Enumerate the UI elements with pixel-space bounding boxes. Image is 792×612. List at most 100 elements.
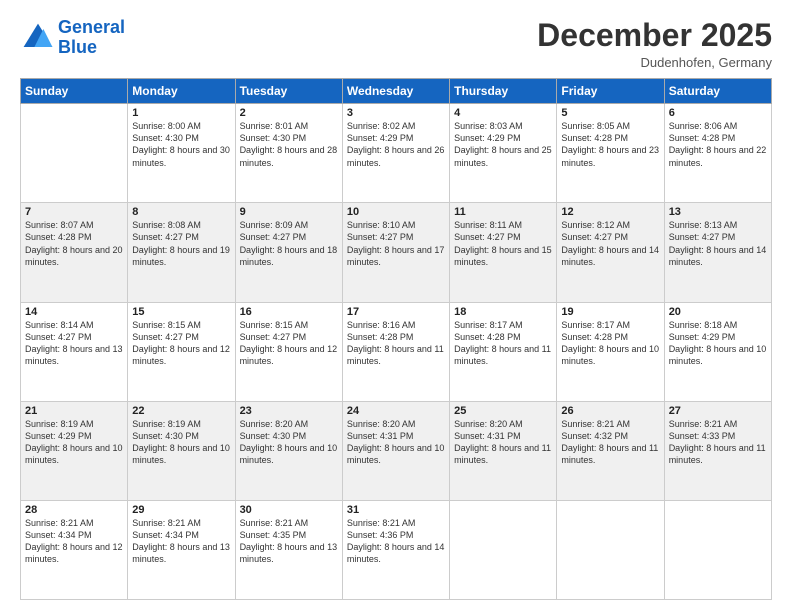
sunset: Sunset: 4:27 PM xyxy=(240,332,307,342)
sunrise: Sunrise: 8:20 AM xyxy=(454,419,523,429)
calendar-cell: 3 Sunrise: 8:02 AM Sunset: 4:29 PM Dayli… xyxy=(342,104,449,203)
logo-text: General Blue xyxy=(58,18,125,58)
calendar-cell: 22 Sunrise: 8:19 AM Sunset: 4:30 PM Dayl… xyxy=(128,401,235,500)
calendar-week-row: 7 Sunrise: 8:07 AM Sunset: 4:28 PM Dayli… xyxy=(21,203,772,302)
calendar-cell: 7 Sunrise: 8:07 AM Sunset: 4:28 PM Dayli… xyxy=(21,203,128,302)
sunrise: Sunrise: 8:21 AM xyxy=(669,419,738,429)
day-info: Sunrise: 8:10 AM Sunset: 4:27 PM Dayligh… xyxy=(347,219,445,268)
calendar-cell: 26 Sunrise: 8:21 AM Sunset: 4:32 PM Dayl… xyxy=(557,401,664,500)
daylight: Daylight: 8 hours and 19 minutes. xyxy=(132,245,230,267)
calendar-cell: 1 Sunrise: 8:00 AM Sunset: 4:30 PM Dayli… xyxy=(128,104,235,203)
day-number: 25 xyxy=(454,405,552,417)
calendar-cell: 9 Sunrise: 8:09 AM Sunset: 4:27 PM Dayli… xyxy=(235,203,342,302)
sunrise: Sunrise: 8:21 AM xyxy=(132,518,201,528)
daylight: Daylight: 8 hours and 18 minutes. xyxy=(240,245,338,267)
calendar-cell xyxy=(557,500,664,599)
sunrise: Sunrise: 8:07 AM xyxy=(25,220,94,230)
sunrise: Sunrise: 8:15 AM xyxy=(240,320,309,330)
title-block: December 2025 Dudenhofen, Germany xyxy=(537,18,772,70)
day-number: 31 xyxy=(347,504,445,516)
daylight: Daylight: 8 hours and 10 minutes. xyxy=(132,443,230,465)
sunset: Sunset: 4:35 PM xyxy=(240,530,307,540)
day-number: 1 xyxy=(132,107,230,119)
calendar-cell: 5 Sunrise: 8:05 AM Sunset: 4:28 PM Dayli… xyxy=(557,104,664,203)
calendar-week-row: 28 Sunrise: 8:21 AM Sunset: 4:34 PM Dayl… xyxy=(21,500,772,599)
day-number: 17 xyxy=(347,306,445,318)
sunrise: Sunrise: 8:14 AM xyxy=(25,320,94,330)
daylight: Daylight: 8 hours and 11 minutes. xyxy=(454,344,551,366)
sunrise: Sunrise: 8:03 AM xyxy=(454,121,523,131)
sunrise: Sunrise: 8:19 AM xyxy=(25,419,94,429)
daylight: Daylight: 8 hours and 10 minutes. xyxy=(25,443,123,465)
day-info: Sunrise: 8:21 AM Sunset: 4:33 PM Dayligh… xyxy=(669,418,767,467)
day-info: Sunrise: 8:08 AM Sunset: 4:27 PM Dayligh… xyxy=(132,219,230,268)
sunset: Sunset: 4:27 PM xyxy=(25,332,92,342)
calendar-cell xyxy=(21,104,128,203)
calendar-cell: 15 Sunrise: 8:15 AM Sunset: 4:27 PM Dayl… xyxy=(128,302,235,401)
day-info: Sunrise: 8:05 AM Sunset: 4:28 PM Dayligh… xyxy=(561,120,659,169)
daylight: Daylight: 8 hours and 13 minutes. xyxy=(132,542,230,564)
day-number: 19 xyxy=(561,306,659,318)
day-number: 20 xyxy=(669,306,767,318)
day-number: 9 xyxy=(240,206,338,218)
daylight: Daylight: 8 hours and 14 minutes. xyxy=(561,245,659,267)
calendar-cell: 4 Sunrise: 8:03 AM Sunset: 4:29 PM Dayli… xyxy=(450,104,557,203)
daylight: Daylight: 8 hours and 10 minutes. xyxy=(669,344,767,366)
calendar-cell: 28 Sunrise: 8:21 AM Sunset: 4:34 PM Dayl… xyxy=(21,500,128,599)
sunset: Sunset: 4:33 PM xyxy=(669,431,736,441)
day-number: 30 xyxy=(240,504,338,516)
daylight: Daylight: 8 hours and 13 minutes. xyxy=(25,344,123,366)
day-number: 22 xyxy=(132,405,230,417)
daylight: Daylight: 8 hours and 23 minutes. xyxy=(561,145,659,167)
sunrise: Sunrise: 8:21 AM xyxy=(347,518,416,528)
day-number: 26 xyxy=(561,405,659,417)
sunset: Sunset: 4:28 PM xyxy=(25,232,92,242)
day-info: Sunrise: 8:21 AM Sunset: 4:35 PM Dayligh… xyxy=(240,517,338,566)
day-info: Sunrise: 8:13 AM Sunset: 4:27 PM Dayligh… xyxy=(669,219,767,268)
calendar-cell: 14 Sunrise: 8:14 AM Sunset: 4:27 PM Dayl… xyxy=(21,302,128,401)
day-info: Sunrise: 8:09 AM Sunset: 4:27 PM Dayligh… xyxy=(240,219,338,268)
daylight: Daylight: 8 hours and 11 minutes. xyxy=(454,443,551,465)
sunrise: Sunrise: 8:21 AM xyxy=(25,518,94,528)
day-number: 18 xyxy=(454,306,552,318)
sunrise: Sunrise: 8:10 AM xyxy=(347,220,416,230)
day-info: Sunrise: 8:16 AM Sunset: 4:28 PM Dayligh… xyxy=(347,319,445,368)
logo-icon xyxy=(20,20,56,56)
day-info: Sunrise: 8:17 AM Sunset: 4:28 PM Dayligh… xyxy=(561,319,659,368)
page: General Blue December 2025 Dudenhofen, G… xyxy=(0,0,792,612)
day-info: Sunrise: 8:03 AM Sunset: 4:29 PM Dayligh… xyxy=(454,120,552,169)
calendar-cell xyxy=(664,500,771,599)
sunset: Sunset: 4:30 PM xyxy=(132,431,199,441)
day-info: Sunrise: 8:07 AM Sunset: 4:28 PM Dayligh… xyxy=(25,219,123,268)
calendar-cell: 13 Sunrise: 8:13 AM Sunset: 4:27 PM Dayl… xyxy=(664,203,771,302)
calendar-cell: 11 Sunrise: 8:11 AM Sunset: 4:27 PM Dayl… xyxy=(450,203,557,302)
day-info: Sunrise: 8:18 AM Sunset: 4:29 PM Dayligh… xyxy=(669,319,767,368)
sunrise: Sunrise: 8:05 AM xyxy=(561,121,630,131)
day-number: 10 xyxy=(347,206,445,218)
logo: General Blue xyxy=(20,18,125,58)
day-info: Sunrise: 8:12 AM Sunset: 4:27 PM Dayligh… xyxy=(561,219,659,268)
day-info: Sunrise: 8:15 AM Sunset: 4:27 PM Dayligh… xyxy=(132,319,230,368)
day-info: Sunrise: 8:00 AM Sunset: 4:30 PM Dayligh… xyxy=(132,120,230,169)
sunrise: Sunrise: 8:09 AM xyxy=(240,220,309,230)
calendar-cell: 23 Sunrise: 8:20 AM Sunset: 4:30 PM Dayl… xyxy=(235,401,342,500)
day-info: Sunrise: 8:11 AM Sunset: 4:27 PM Dayligh… xyxy=(454,219,552,268)
sunset: Sunset: 4:28 PM xyxy=(669,133,736,143)
sunrise: Sunrise: 8:17 AM xyxy=(561,320,630,330)
calendar-cell: 25 Sunrise: 8:20 AM Sunset: 4:31 PM Dayl… xyxy=(450,401,557,500)
day-info: Sunrise: 8:14 AM Sunset: 4:27 PM Dayligh… xyxy=(25,319,123,368)
sunset: Sunset: 4:30 PM xyxy=(240,431,307,441)
sunrise: Sunrise: 8:02 AM xyxy=(347,121,416,131)
daylight: Daylight: 8 hours and 11 minutes. xyxy=(561,443,658,465)
calendar-cell: 12 Sunrise: 8:12 AM Sunset: 4:27 PM Dayl… xyxy=(557,203,664,302)
day-number: 11 xyxy=(454,206,552,218)
daylight: Daylight: 8 hours and 22 minutes. xyxy=(669,145,767,167)
sunrise: Sunrise: 8:11 AM xyxy=(454,220,522,230)
calendar-cell: 2 Sunrise: 8:01 AM Sunset: 4:30 PM Dayli… xyxy=(235,104,342,203)
sunrise: Sunrise: 8:19 AM xyxy=(132,419,201,429)
sunset: Sunset: 4:34 PM xyxy=(25,530,92,540)
daylight: Daylight: 8 hours and 15 minutes. xyxy=(454,245,552,267)
daylight: Daylight: 8 hours and 10 minutes. xyxy=(561,344,659,366)
sunrise: Sunrise: 8:08 AM xyxy=(132,220,201,230)
day-number: 29 xyxy=(132,504,230,516)
